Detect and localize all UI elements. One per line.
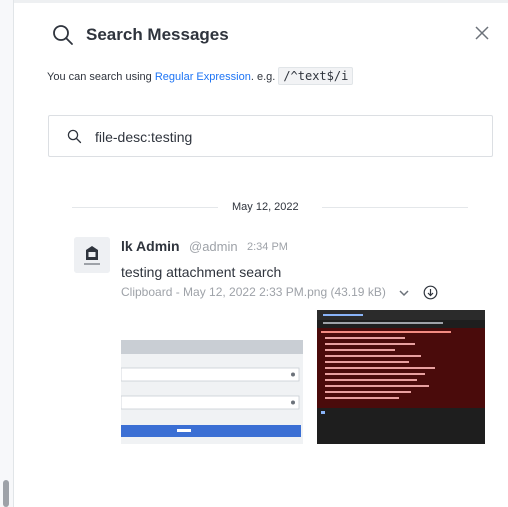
attachment-name[interactable]: Clipboard - May 12, 2022 2:33 PM.png (43… <box>121 285 386 299</box>
date-divider-left <box>72 207 218 208</box>
message-text: testing attachment search <box>121 264 282 280</box>
regex-link[interactable]: Regular Expression <box>155 71 251 83</box>
regex-hint: You can search using Regular Expression.… <box>47 67 354 85</box>
search-icon <box>53 25 73 45</box>
attachment-image-left-pane <box>121 310 317 444</box>
regex-example: /^text$/i <box>278 67 354 85</box>
attachment-image-right-pane <box>317 310 485 444</box>
hint-suffix: . e.g. <box>250 71 276 83</box>
date-divider-right <box>322 207 468 208</box>
left-panel-edge <box>0 0 14 507</box>
date-separator: May 12, 2022 <box>232 201 299 213</box>
message-username[interactable]: @admin <box>189 239 238 254</box>
scrollbar-thumb[interactable] <box>3 480 9 507</box>
chevron-down-icon[interactable] <box>399 289 409 297</box>
avatar-image <box>74 237 110 273</box>
attachment-image[interactable] <box>121 310 485 444</box>
hint-prefix: You can search using <box>47 71 155 83</box>
message-time: 2:34 PM <box>247 241 288 253</box>
close-icon[interactable] <box>472 23 492 43</box>
search-field[interactable] <box>48 115 493 157</box>
avatar[interactable] <box>74 237 110 273</box>
page-title: Search Messages <box>86 25 229 44</box>
attachment-row: Clipboard - May 12, 2022 2:33 PM.png (43… <box>121 285 438 301</box>
download-icon[interactable] <box>423 285 438 300</box>
search-messages-header: Search Messages <box>14 3 508 63</box>
message-author[interactable]: lk Admin <box>121 238 180 254</box>
search-input[interactable] <box>95 125 475 149</box>
search-icon <box>67 129 82 144</box>
